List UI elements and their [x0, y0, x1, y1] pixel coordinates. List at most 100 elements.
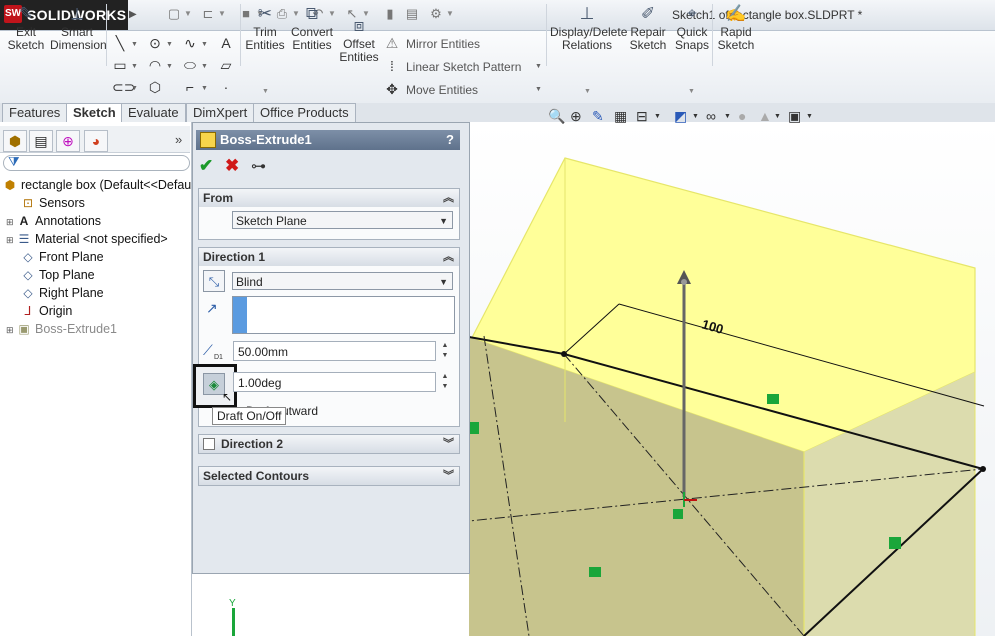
point-icon[interactable]: · [218, 79, 234, 95]
spline-dropdown-icon[interactable]: ▼ [201, 41, 208, 48]
cancel-x-button[interactable]: ✖ [225, 156, 239, 176]
tree-item-right-plane[interactable]: ◇ Right Plane [20, 284, 103, 302]
horizontal-relation-icon[interactable] [767, 394, 779, 404]
vertical-relation-icon[interactable] [469, 422, 479, 434]
arc-dropdown-icon[interactable]: ▼ [166, 63, 173, 70]
feature-manager-tab-icon[interactable]: ⬢ [3, 130, 27, 152]
depth-input[interactable]: 50.00mm [233, 341, 436, 361]
expand-plus-icon[interactable]: ⊞ [6, 213, 16, 231]
tab-dimxpert[interactable]: DimXpert [186, 103, 255, 122]
tree-item-origin[interactable]: ⅃ Origin [20, 302, 73, 320]
fillet-dropdown-icon[interactable]: ▼ [201, 85, 208, 92]
display-delete-relations-button[interactable]: ⊥ Display/Delete Relations [550, 4, 627, 66]
file-properties-icon[interactable]: ▤ [404, 6, 420, 22]
display-style-icon[interactable]: ∞ [706, 108, 716, 124]
property-manager-tab-icon[interactable]: ▤ [29, 130, 53, 152]
zoom-to-fit-icon[interactable]: 🔍 [548, 108, 565, 125]
detailed-preview-button[interactable]: ⊶ [251, 157, 266, 175]
draft-angle-input[interactable]: 1.00deg [233, 372, 436, 392]
dropdown-icon[interactable]: ▼ [806, 113, 813, 120]
rebuild-icon[interactable]: ▮ [382, 6, 398, 22]
from-group-header[interactable]: From ︽ [198, 188, 460, 208]
new-dropdown-icon[interactable]: ▼ [184, 9, 192, 18]
text-icon[interactable]: A [218, 35, 234, 51]
quick-snaps-button[interactable]: ⌖ Quick Snaps [672, 4, 712, 66]
dropdown-icon[interactable]: ▼ [654, 113, 661, 120]
from-select[interactable]: Sketch Plane ▼ [232, 211, 453, 229]
view-orientation-icon[interactable]: ◩ [674, 108, 687, 125]
dropdown-icon[interactable]: ▼ [692, 113, 699, 120]
snaps-dropdown-icon[interactable]: ▼ [688, 88, 695, 95]
horizontal-relation-icon[interactable] [589, 567, 601, 577]
depth-spinner[interactable]: ▲ ▼ [439, 341, 451, 361]
configuration-manager-tab-icon[interactable]: ⊕ [56, 130, 80, 152]
collapse-chevron-icon[interactable]: ︽ [443, 248, 454, 266]
slot-dropdown-icon[interactable]: ▼ [131, 85, 138, 92]
zoom-to-area-icon[interactable]: ⊕ [570, 108, 582, 125]
hide-show-items-icon[interactable]: ● [738, 108, 746, 124]
tree-root[interactable]: ⬢ rectangle box (Default<<Defau [2, 176, 192, 194]
tree-item-top-plane[interactable]: ◇ Top Plane [20, 266, 94, 284]
expand-plus-icon[interactable]: ⊞ [6, 231, 16, 249]
draft-angle-spinner[interactable]: ▲ ▼ [439, 372, 451, 392]
options-dropdown-icon[interactable]: ▼ [446, 9, 454, 18]
dropdown-icon[interactable]: ▼ [774, 113, 781, 120]
collapse-chevron-icon[interactable]: ︽ [443, 189, 454, 207]
move-entities-button[interactable]: Move Entities [406, 83, 478, 97]
polygon-icon[interactable]: ⬡ [147, 79, 163, 95]
expand-chevron-icon[interactable]: ︾ [443, 435, 454, 453]
linear-sketch-pattern-button[interactable]: Linear Sketch Pattern [406, 60, 521, 74]
direction2-checkbox[interactable] [203, 438, 215, 450]
tab-office-products[interactable]: Office Products [253, 103, 356, 122]
rectangle-dropdown-icon[interactable]: ▼ [131, 63, 138, 70]
tree-item-front-plane[interactable]: ◇ Front Plane [20, 248, 103, 266]
open-folder-icon[interactable]: ⊏ [200, 6, 216, 22]
rectangle-icon[interactable]: ▭ [112, 57, 128, 73]
direction1-group-header[interactable]: Direction 1 ︽ [198, 247, 460, 267]
previous-view-icon[interactable]: ✎ [592, 108, 604, 125]
tab-sketch[interactable]: Sketch [66, 103, 123, 123]
section-view-icon[interactable]: ▦ [614, 108, 627, 125]
dropdown-icon[interactable]: ▼ [724, 113, 731, 120]
relations-dropdown-icon[interactable]: ▼ [584, 88, 591, 95]
tab-features[interactable]: Features [2, 103, 68, 122]
sketch-fillet-icon[interactable]: ⌐ [182, 79, 198, 95]
expand-chevron-icon[interactable]: ︾ [443, 467, 454, 485]
circle-dropdown-icon[interactable]: ▼ [166, 41, 173, 48]
menu-expand-arrow-icon[interactable]: ▶ [129, 9, 137, 20]
ellipse-icon[interactable]: ⬭ [182, 57, 198, 73]
slot-icon[interactable]: ⊂⊃ [112, 79, 135, 95]
line-dropdown-icon[interactable]: ▼ [131, 41, 138, 48]
coincident-relation-icon[interactable] [673, 509, 683, 519]
tree-filter-input[interactable]: ⧩ [3, 154, 190, 171]
help-button[interactable]: ? [446, 130, 454, 150]
end-condition-select[interactable]: Blind ▼ [232, 272, 453, 290]
open-dropdown-icon[interactable]: ▼ [218, 9, 226, 18]
offset-entities-button[interactable]: ⧈ Offset Entities [338, 16, 380, 78]
trim-entities-button[interactable]: ✂ Trim Entities [244, 4, 286, 66]
plane-icon[interactable]: ▱ [218, 57, 234, 73]
reverse-direction-button[interactable]: ⤡ [203, 270, 225, 292]
expand-plus-icon[interactable]: ⊞ [6, 321, 16, 339]
arc-icon[interactable]: ◠ [147, 57, 163, 73]
repair-sketch-button[interactable]: ✐ Repair Sketch [628, 4, 668, 66]
move-dropdown-icon[interactable]: ▼ [535, 86, 542, 93]
pattern-dropdown-icon[interactable]: ▼ [535, 63, 542, 70]
line-icon[interactable]: ╲ [112, 35, 128, 51]
tree-item-annotations[interactable]: ⊞ A Annotations [6, 212, 101, 230]
rapid-sketch-button[interactable]: ✍ Rapid Sketch [716, 4, 756, 66]
tab-evaluate[interactable]: Evaluate [121, 103, 186, 122]
drag-handle[interactable] [681, 279, 687, 285]
tree-item-boss-extrude1[interactable]: ⊞ ▣ Boss-Extrude1 [6, 320, 117, 338]
options-gear-icon[interactable]: ⚙ [428, 6, 444, 22]
graphics-area[interactable]: 100 [469, 122, 995, 636]
tree-item-sensors[interactable]: ⊡ Sensors [20, 194, 85, 212]
display-manager-tab-icon[interactable]: ◕ [84, 130, 108, 152]
view-settings-icon[interactable]: ▣ [788, 108, 801, 125]
convert-entities-button[interactable]: ⧉ Convert Entities [288, 4, 336, 66]
vertical-relation-icon[interactable] [889, 537, 901, 549]
expand-panel-icon[interactable]: » [175, 132, 182, 147]
ok-check-button[interactable]: ✔ [199, 156, 213, 176]
spline-icon[interactable]: ∿ [182, 35, 198, 51]
tree-item-material[interactable]: ⊞ ☰ Material <not specified> [6, 230, 168, 248]
